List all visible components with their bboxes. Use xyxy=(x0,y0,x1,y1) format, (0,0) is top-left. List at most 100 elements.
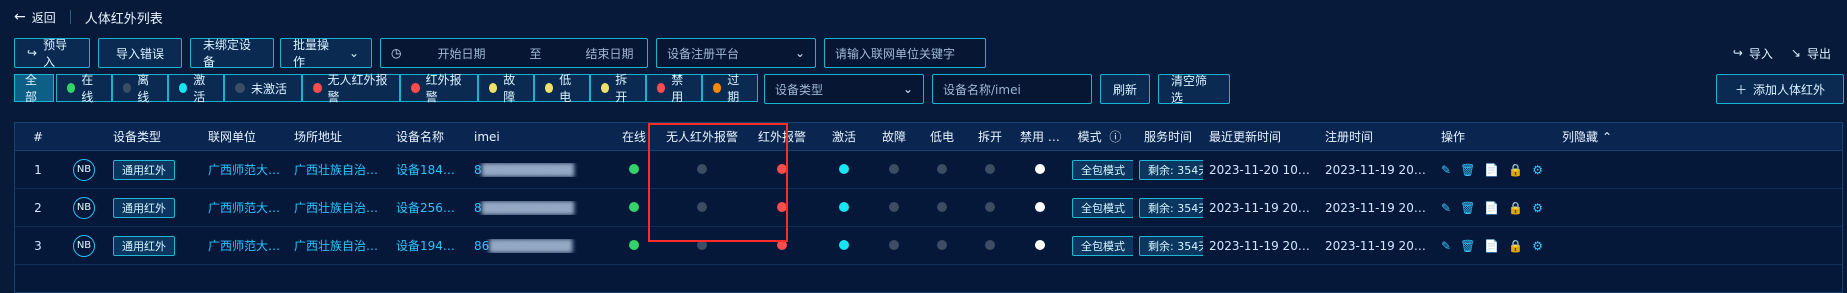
device-type-tag: 通用红外 xyxy=(113,159,175,180)
disabled-status xyxy=(1014,201,1066,215)
chevron-down-icon: ⌄ xyxy=(794,46,805,60)
device-type-select[interactable]: 设备类型 ⌄ xyxy=(764,74,924,104)
status-dot xyxy=(937,163,947,174)
filter-unmanned-ir-alarm[interactable]: 无人红外报警 xyxy=(302,73,400,104)
ir-device-table: # 设备类型 联网单位 场所地址 设备名称 imei 在线 无人红外报警 红外报… xyxy=(14,122,1843,293)
register-time: 2023-11-19 20:55:57 xyxy=(1325,162,1435,177)
filter-all[interactable]: 全部 xyxy=(14,73,54,104)
status-dot xyxy=(839,163,849,174)
header-tamper: 拆开 xyxy=(977,130,1002,144)
filter-ir-alarm[interactable]: 红外报警 xyxy=(400,73,478,104)
unit-link[interactable]: 广西师范大学... xyxy=(202,161,288,178)
imei-value[interactable]: 8 xyxy=(474,163,482,177)
ir-alarm-status xyxy=(746,201,818,215)
edit-icon[interactable]: ✎ xyxy=(1441,239,1451,253)
imei-cell: 8██████████ xyxy=(468,201,610,215)
row-num: 2 xyxy=(34,200,42,215)
service-time-cell: 剩余: 354天 xyxy=(1133,235,1203,256)
unit-link[interactable]: 广西师范大学... xyxy=(202,237,288,254)
settings-icon[interactable]: ⚙ xyxy=(1532,201,1543,215)
status-dot xyxy=(629,201,639,212)
unit-keyword-input[interactable]: 请输入联网单位关键字 xyxy=(824,38,986,68)
back-button[interactable]: ← 返回 xyxy=(14,9,56,26)
status-dot-unmanned-ir-alarm xyxy=(313,83,322,93)
document-icon[interactable]: 📄 xyxy=(1484,201,1499,215)
device-type-tag: 通用红外 xyxy=(113,235,175,256)
header-disabled: 禁用 ⓘ xyxy=(1014,128,1066,145)
row-actions: ✎ 🗑 📄 🔒 ⚙ ⋯ xyxy=(1435,201,1547,215)
header-unit: 联网单位 xyxy=(208,130,257,144)
active-status xyxy=(818,201,870,215)
batch-ops-dropdown[interactable]: 批量操作 ⌄ xyxy=(280,38,372,69)
status-dot xyxy=(985,201,995,212)
header-service-time: 服务时间 xyxy=(1143,130,1192,144)
header-actions: 操作 xyxy=(1441,130,1466,144)
header-online: 在线 xyxy=(621,130,646,144)
status-dot-tamper xyxy=(601,83,610,93)
address-link[interactable]: 广西壮族自治区桂... xyxy=(288,237,390,254)
table-row: 1 NB 通用红外 广西师范大学... 广西壮族自治区桂... 设备184472… xyxy=(15,151,1842,189)
settings-icon[interactable]: ⚙ xyxy=(1532,163,1543,177)
date-range-picker[interactable]: ◷ 开始日期 至 结束日期 xyxy=(380,38,648,68)
filter-offline[interactable]: 离线 xyxy=(112,73,168,104)
filter-tamper[interactable]: 拆开 xyxy=(590,73,646,104)
device-name-link[interactable]: 设备184472... xyxy=(390,161,468,178)
document-icon[interactable]: 📄 xyxy=(1484,239,1499,253)
imei-value[interactable]: 86 xyxy=(474,239,489,253)
delete-icon[interactable]: 🗑 xyxy=(1460,163,1475,177)
filter-disabled[interactable]: 禁用 xyxy=(646,73,702,104)
lock-icon[interactable]: 🔒 xyxy=(1508,201,1523,215)
header-column-hide[interactable]: 列隐藏 ⌃ xyxy=(1547,128,1627,145)
imei-value[interactable]: 8 xyxy=(474,201,482,215)
info-icon[interactable]: ⓘ xyxy=(1052,130,1064,144)
unit-keyword-placeholder: 请输入联网单位关键字 xyxy=(835,46,956,61)
document-icon[interactable]: 📄 xyxy=(1484,163,1499,177)
header-fault: 故障 xyxy=(881,130,906,144)
date-to: 至 xyxy=(529,46,542,61)
unit-link[interactable]: 广西师范大学... xyxy=(202,199,288,216)
delete-icon[interactable]: 🗑 xyxy=(1460,239,1475,253)
address-link[interactable]: 广西壮族自治区桂... xyxy=(288,199,390,216)
address-link[interactable]: 广西壮族自治区桂... xyxy=(288,161,390,178)
device-name-link[interactable]: 设备256221... xyxy=(390,199,468,216)
filter-online[interactable]: 在线 xyxy=(56,73,112,104)
lock-icon[interactable]: 🔒 xyxy=(1508,239,1523,253)
delete-icon[interactable]: 🗑 xyxy=(1460,201,1475,215)
settings-icon[interactable]: ⚙ xyxy=(1532,239,1543,253)
platform-placeholder: 设备注册平台 xyxy=(667,46,740,61)
edit-icon[interactable]: ✎ xyxy=(1441,201,1451,215)
status-dot xyxy=(937,239,947,250)
filter-inactive[interactable]: 未激活 xyxy=(224,74,302,102)
pre-import-button[interactable]: ↪ 预导入 xyxy=(14,38,90,69)
filter-expired[interactable]: 过期 xyxy=(702,73,758,104)
add-ir-button[interactable]: ＋ 添加人体红外 xyxy=(1716,74,1844,104)
clear-filters-button[interactable]: 清空筛选 xyxy=(1158,74,1230,105)
network-badge: NB xyxy=(61,234,107,257)
edit-icon[interactable]: ✎ xyxy=(1441,163,1451,177)
refresh-button[interactable]: 刷新 xyxy=(1100,74,1150,104)
filter-inactive-label: 未激活 xyxy=(251,81,288,96)
add-ir-label: 添加人体红外 xyxy=(1753,82,1826,97)
tamper-status xyxy=(966,239,1014,253)
lock-icon[interactable]: 🔒 xyxy=(1508,163,1523,177)
platform-select[interactable]: 设备注册平台 ⌄ xyxy=(656,38,816,68)
actions-icons: ✎ 🗑 📄 🔒 ⚙ ⋯ xyxy=(1441,201,1543,215)
header-unmanned-ir-alarm: 无人红外报警 xyxy=(665,130,738,144)
batch-ops-label: 批量操作 xyxy=(293,38,330,69)
filter-active[interactable]: 激活 xyxy=(168,73,224,104)
filter-low-battery[interactable]: 低电 xyxy=(534,73,590,104)
last-update-time: 2023-11-20 10:58:48 xyxy=(1209,162,1319,177)
clear-filters-label: 清空筛选 xyxy=(1171,74,1208,105)
import-errors-button[interactable]: 导入错误 xyxy=(98,38,182,68)
device-name-link[interactable]: 设备194984... xyxy=(390,237,468,254)
device-name-imei-input[interactable]: 设备名称/imei xyxy=(932,74,1092,104)
toolbar-row-2: 全部 在线 离线 激活 未激活 无人红外报警 红外报警 故障 低电 拆开 禁用 … xyxy=(14,73,1844,105)
import-link[interactable]: ↪ 导入 xyxy=(1733,45,1773,62)
status-dot xyxy=(985,163,995,174)
unmanned-ir-alarm-status xyxy=(658,163,746,177)
filter-fault[interactable]: 故障 xyxy=(478,73,534,104)
online-status xyxy=(610,201,658,215)
export-link[interactable]: ↘ 导出 xyxy=(1791,45,1831,62)
unbound-devices-button[interactable]: 未绑定设备 xyxy=(190,38,274,69)
info-icon[interactable]: ⓘ xyxy=(1109,130,1121,144)
